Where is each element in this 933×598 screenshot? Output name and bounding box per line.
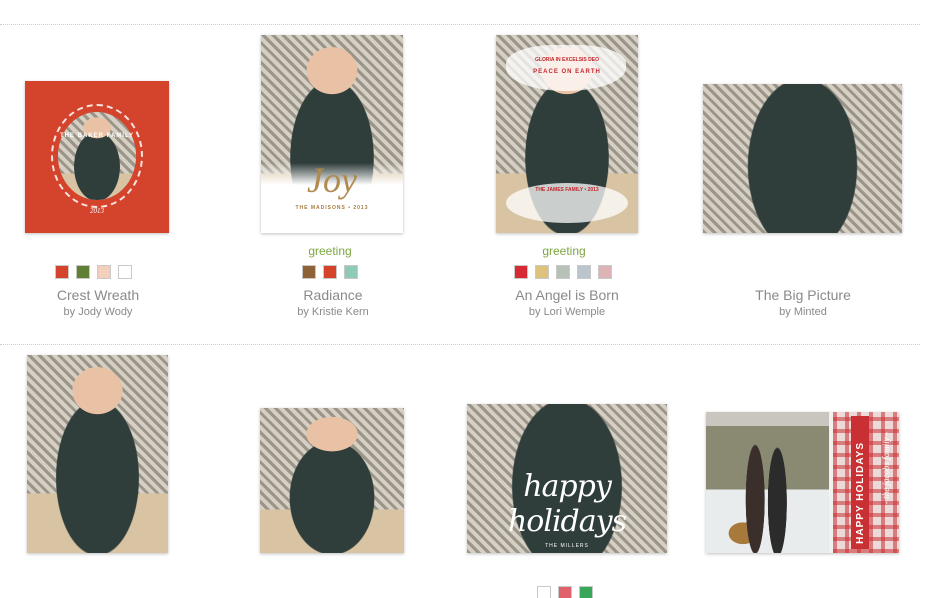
card-title: THE BAKER FAMILY: [59, 133, 135, 139]
row-divider-top: [0, 24, 920, 25]
product-thumbnail-an-angel-is-born[interactable]: GLORIA IN EXCELSIS DEO PEACE ON EARTH TH…: [496, 35, 638, 233]
color-swatches: [302, 265, 358, 279]
color-swatch[interactable]: [598, 265, 612, 279]
product-thumbnail-radiance[interactable]: Joy THE MADISONS • 2013: [261, 35, 403, 233]
designer-name[interactable]: by Kristie Kern: [233, 306, 433, 318]
color-swatches: [55, 265, 132, 279]
category-label[interactable]: greeting: [474, 244, 654, 258]
card-subtitle: - the jacobs family -: [881, 432, 891, 504]
card-year: 2013: [90, 207, 104, 215]
card-subtitle: THE MILLERS: [545, 543, 589, 549]
color-swatches: [537, 586, 593, 598]
product-name[interactable]: Radiance: [233, 287, 433, 303]
color-swatch[interactable]: [535, 265, 549, 279]
product-name[interactable]: The Big Picture: [703, 287, 903, 303]
color-swatch[interactable]: [302, 265, 316, 279]
card-photo: [58, 112, 136, 200]
product-name[interactable]: Crest Wreath: [0, 287, 198, 303]
card-photo: [703, 84, 902, 233]
color-swatch[interactable]: [55, 265, 69, 279]
color-swatch[interactable]: [344, 265, 358, 279]
color-swatch[interactable]: [323, 265, 337, 279]
designer-name[interactable]: by Lori Wemple: [467, 306, 667, 318]
color-swatch[interactable]: [556, 265, 570, 279]
card-photo: [706, 412, 829, 553]
color-swatch[interactable]: [537, 586, 551, 598]
product-thumbnail[interactable]: [260, 408, 404, 553]
color-swatch[interactable]: [558, 586, 572, 598]
product-thumbnail-crest-wreath[interactable]: THE BAKER FAMILY 2013: [25, 81, 169, 233]
designer-name[interactable]: by Jody Wody: [0, 306, 198, 318]
color-swatch[interactable]: [579, 586, 593, 598]
product-thumbnail[interactable]: [27, 355, 168, 553]
banner-ornament: [506, 45, 626, 91]
card-title: GLORIA IN EXCELSIS DEO: [535, 57, 599, 63]
category-label[interactable]: greeting: [240, 244, 420, 258]
card-title: Joy: [307, 160, 357, 200]
product-thumbnail-happy-holidays[interactable]: happy holidays THE MILLERS: [467, 404, 667, 553]
product-thumbnail-jacobs-family[interactable]: HAPPY HOLIDAYS - the jacobs family -: [706, 412, 899, 553]
card-photo: [260, 408, 404, 553]
color-swatch[interactable]: [76, 265, 90, 279]
card-subtitle: THE MADISONS • 2013: [295, 205, 369, 211]
designer-name[interactable]: by Minted: [703, 306, 903, 318]
card-title: HAPPY HOLIDAYS: [855, 442, 866, 544]
card-subtitle: PEACE ON EARTH: [533, 69, 601, 75]
card-footer-text: THE JAMES FAMILY • 2013: [535, 187, 599, 193]
color-swatch[interactable]: [118, 265, 132, 279]
card-photo: [27, 355, 168, 553]
product-name[interactable]: An Angel is Born: [467, 287, 667, 303]
color-swatch[interactable]: [97, 265, 111, 279]
color-swatches: [514, 265, 612, 279]
color-swatch[interactable]: [514, 265, 528, 279]
product-thumbnail-the-big-picture[interactable]: [703, 84, 902, 233]
color-swatch[interactable]: [577, 265, 591, 279]
card-title: happy holidays: [507, 469, 627, 539]
row-divider: [0, 344, 920, 345]
